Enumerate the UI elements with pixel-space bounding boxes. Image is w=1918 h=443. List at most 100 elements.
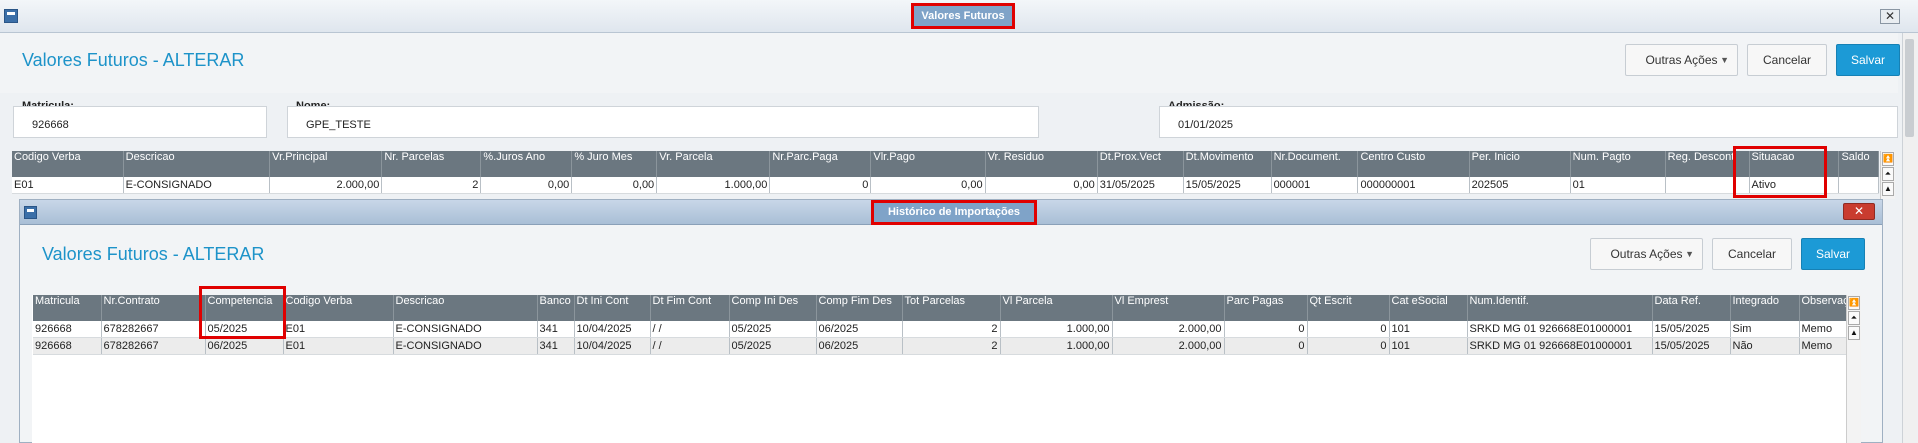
table-cell[interactable]: E01 [283, 337, 394, 355]
column-header[interactable]: Tot Parcelas [902, 295, 1001, 321]
table-cell[interactable]: SRKD MG 01 926668E01000001 [1467, 337, 1653, 355]
column-header[interactable]: Nr.Contrato [101, 295, 206, 321]
historico-grid[interactable]: Matricula Nr.Contrato Competencia Codigo Ve… [33, 295, 1847, 355]
column-header[interactable]: Comp Ini Des [729, 295, 817, 321]
cancel-button[interactable]: Cancelar [1747, 44, 1827, 76]
column-header[interactable]: Descricao [393, 295, 538, 321]
table-cell[interactable]: 01 [1570, 177, 1666, 194]
table-cell[interactable]: 0,00 [985, 177, 1098, 194]
scroll-page-up-icon[interactable]: ▲ [1882, 182, 1894, 196]
table-cell[interactable]: E-CONSIGNADO [123, 177, 271, 194]
column-header[interactable]: Dt Ini Cont [574, 295, 651, 321]
save-button[interactable]: Salvar [1836, 44, 1900, 76]
column-header[interactable]: Vlr.Pago [870, 151, 986, 177]
table-cell[interactable]: 06/2025 [816, 337, 903, 355]
column-header[interactable]: Vr. Residuo [985, 151, 1098, 177]
table-cell[interactable]: 000000001 [1357, 177, 1470, 194]
column-header[interactable]: Centro Custo [1357, 151, 1470, 177]
window-close-button[interactable]: ✕ [1880, 9, 1900, 24]
column-header[interactable]: %.Juros Ano [480, 151, 573, 177]
column-header[interactable]: Nr.Document. [1271, 151, 1359, 177]
table-cell[interactable]: 0,00 [870, 177, 986, 194]
column-header[interactable]: Per. Inicio [1469, 151, 1571, 177]
table-cell[interactable]: 06/2025 [205, 337, 284, 355]
table-cell[interactable]: 926668 [33, 337, 102, 355]
column-header[interactable]: Dt.Prox.Vect [1097, 151, 1184, 177]
table-cell[interactable]: SRKD MG 01 926668E01000001 [1467, 321, 1653, 338]
table-cell[interactable]: E01 [12, 177, 124, 194]
table-cell[interactable]: 2.000,00 [269, 177, 383, 194]
dialog-cancel-button[interactable]: Cancelar [1712, 238, 1792, 270]
table-cell[interactable]: 1.000,00 [656, 177, 771, 194]
table-cell[interactable]: 06/2025 [816, 321, 903, 338]
scroll-up-icon[interactable]: ⏶ [1848, 311, 1860, 325]
column-header[interactable]: Num.Identif. [1467, 295, 1653, 321]
column-header[interactable]: Situacao [1749, 151, 1840, 177]
column-header[interactable]: Comp Fim Des [816, 295, 903, 321]
outras-acoes-button[interactable]: Outras Ações ▼ [1625, 44, 1738, 76]
page-scrollbar[interactable] [1902, 33, 1917, 443]
table-cell[interactable]: 15/05/2025 [1652, 321, 1731, 338]
column-header[interactable]: Observação [1799, 295, 1847, 321]
table-cell[interactable]: / / [650, 321, 730, 338]
table-cell[interactable]: 2 [902, 337, 1001, 355]
table-cell[interactable]: Não [1730, 337, 1800, 355]
column-header[interactable]: Parc Pagas [1224, 295, 1308, 321]
table-cell[interactable]: E01 [283, 321, 394, 338]
table-cell[interactable]: 0 [1307, 321, 1390, 338]
table-cell[interactable]: 101 [1389, 321, 1468, 338]
table-cell[interactable]: 0,00 [571, 177, 658, 194]
column-header[interactable]: Banco [537, 295, 575, 321]
table-cell[interactable]: 101 [1389, 337, 1468, 355]
dialog-save-button[interactable]: Salvar [1801, 238, 1865, 270]
column-header[interactable]: Nr. Parcelas [381, 151, 482, 177]
nome-field[interactable]: GPE_TESTE [287, 106, 1039, 138]
column-header[interactable]: Competencia [205, 295, 284, 321]
scroll-up-icon[interactable]: ⏶ [1882, 167, 1894, 181]
table-cell[interactable]: 0 [1224, 337, 1308, 355]
scroll-page-up-icon[interactable]: ▲ [1848, 326, 1860, 340]
table-cell[interactable]: Ativo [1749, 177, 1840, 194]
column-header[interactable]: Dt Fim Cont [650, 295, 730, 321]
column-header[interactable]: Vr.Principal [269, 151, 383, 177]
table-cell[interactable] [1838, 177, 1879, 194]
column-header[interactable]: Cat eSocial [1389, 295, 1468, 321]
column-header[interactable]: Descricao [123, 151, 271, 177]
scroll-top-icon[interactable]: ⏫ [1848, 296, 1860, 310]
column-header[interactable]: % Juro Mes [571, 151, 658, 177]
column-header[interactable]: Matricula [33, 295, 102, 321]
table-cell[interactable]: E-CONSIGNADO [393, 337, 538, 355]
column-header[interactable]: Saldo [1838, 151, 1879, 177]
table-cell[interactable]: 0,00 [480, 177, 573, 194]
grid-scrollbar[interactable]: ⏫ ⏶ ▲ [1880, 151, 1895, 199]
column-header[interactable]: Codigo Verba [283, 295, 394, 321]
table-cell[interactable]: 1.000,00 [1000, 321, 1113, 338]
column-header[interactable]: Vr. Parcela [656, 151, 771, 177]
table-cell[interactable]: 15/05/2025 [1652, 337, 1731, 355]
table-cell[interactable]: 341 [537, 321, 575, 338]
table-row[interactable]: E01 E-CONSIGNADO 2.000,00 2 0,00 0,00 1.000,00… [12, 177, 1879, 194]
table-cell[interactable]: 31/05/2025 [1097, 177, 1184, 194]
table-row[interactable]: 926668 678282667 05/2025 E01 E-CONSIGNADO 341… [33, 321, 1847, 338]
column-header[interactable]: Dt.Movimento [1183, 151, 1272, 177]
column-header[interactable]: Codigo Verba [12, 151, 124, 177]
table-cell[interactable]: 678282667 [101, 321, 206, 338]
scroll-top-icon[interactable]: ⏫ [1882, 152, 1894, 166]
column-header[interactable]: Integrado [1730, 295, 1800, 321]
column-header[interactable]: Data Ref. [1652, 295, 1731, 321]
column-header[interactable]: Vl Emprest [1112, 295, 1225, 321]
dialog-outras-acoes-button[interactable]: Outras Ações ▼ [1590, 238, 1703, 270]
column-header[interactable]: Num. Pagto [1570, 151, 1666, 177]
table-cell[interactable]: 2.000,00 [1112, 321, 1225, 338]
table-cell[interactable]: 05/2025 [205, 321, 284, 338]
table-cell[interactable]: Sim [1730, 321, 1800, 338]
table-cell[interactable] [1665, 177, 1750, 194]
table-cell[interactable]: 0 [1224, 321, 1308, 338]
column-header[interactable]: Vl Parcela [1000, 295, 1113, 321]
matricula-field[interactable]: 926668 [13, 106, 267, 138]
table-cell[interactable]: 000001 [1271, 177, 1359, 194]
table-cell[interactable]: 2.000,00 [1112, 337, 1225, 355]
table-cell[interactable]: / / [650, 337, 730, 355]
valores-futuros-grid[interactable]: Codigo Verba Descricao Vr.Principal Nr. Par… [12, 151, 1879, 194]
table-cell[interactable]: 926668 [33, 321, 102, 338]
